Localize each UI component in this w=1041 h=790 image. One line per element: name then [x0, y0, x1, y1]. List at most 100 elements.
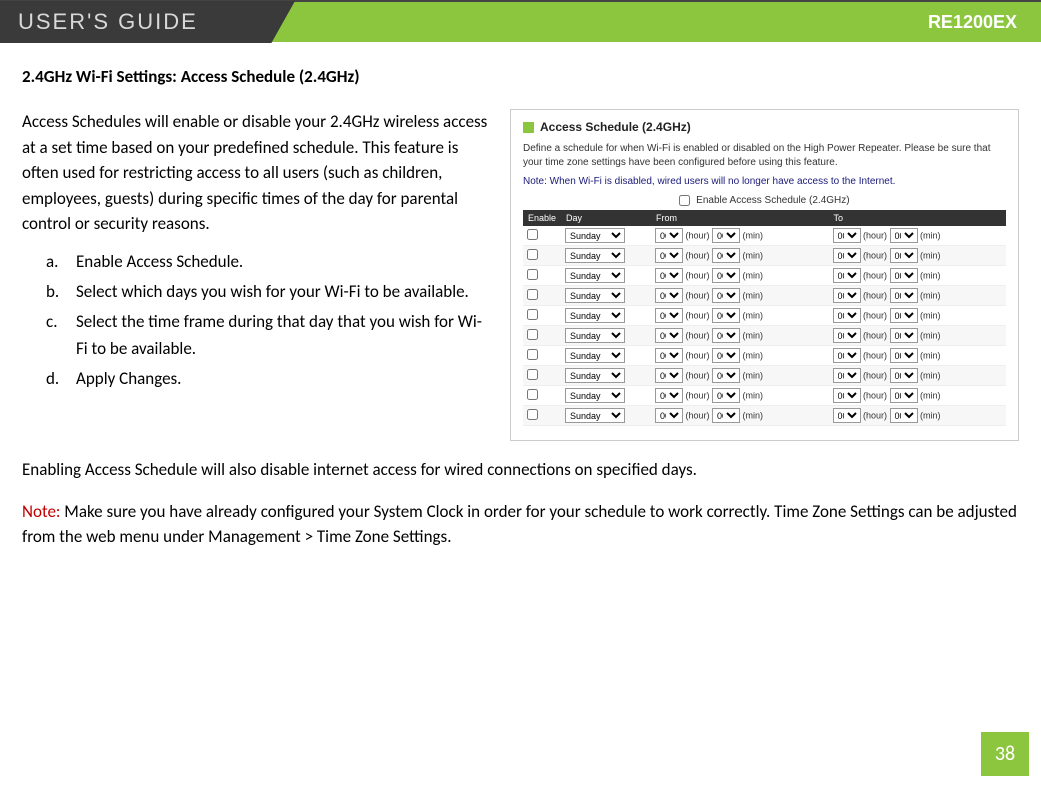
min-select[interactable]: 00 — [712, 308, 740, 323]
table-row: Sunday00 (hour) 00 (min)00 (hour) 00 (mi… — [523, 246, 1006, 266]
row-enable-checkbox[interactable] — [527, 349, 538, 360]
row-enable-checkbox[interactable] — [527, 269, 538, 280]
min-select[interactable]: 00 — [890, 328, 918, 343]
hour-select[interactable]: 00 — [655, 388, 683, 403]
hour-unit: (hour) — [683, 311, 712, 321]
min-unit: (min) — [918, 271, 941, 281]
min-select[interactable]: 00 — [890, 248, 918, 263]
th-to: To — [829, 210, 1006, 226]
hour-select[interactable]: 00 — [833, 288, 861, 303]
hour-select[interactable]: 00 — [655, 248, 683, 263]
min-select[interactable]: 00 — [712, 328, 740, 343]
page-header: USER'S GUIDE RE1200EX — [0, 0, 1041, 42]
min-select[interactable]: 00 — [712, 368, 740, 383]
min-unit: (min) — [740, 371, 763, 381]
row-enable-checkbox[interactable] — [527, 369, 538, 380]
min-select[interactable]: 00 — [890, 288, 918, 303]
schedule-table: Enable Day From To Sunday00 (hour) 00 (m… — [523, 210, 1006, 426]
day-select[interactable]: Sunday — [565, 388, 625, 403]
model-label: RE1200EX — [928, 12, 1037, 33]
min-select[interactable]: 00 — [712, 248, 740, 263]
hour-select[interactable]: 00 — [655, 228, 683, 243]
hour-unit: (hour) — [861, 411, 890, 421]
row-enable-checkbox[interactable] — [527, 409, 538, 420]
min-unit: (min) — [918, 231, 941, 241]
day-select[interactable]: Sunday — [565, 248, 625, 263]
hour-select[interactable]: 00 — [655, 308, 683, 323]
min-unit: (min) — [918, 351, 941, 361]
row-enable-checkbox[interactable] — [527, 389, 538, 400]
day-select[interactable]: Sunday — [565, 268, 625, 283]
min-unit: (min) — [918, 371, 941, 381]
hour-unit: (hour) — [861, 351, 890, 361]
min-select[interactable]: 00 — [890, 368, 918, 383]
hour-unit: (hour) — [861, 371, 890, 381]
min-unit: (min) — [740, 231, 763, 241]
min-unit: (min) — [740, 411, 763, 421]
hour-unit: (hour) — [683, 291, 712, 301]
row-enable-checkbox[interactable] — [527, 249, 538, 260]
hour-select[interactable]: 00 — [655, 368, 683, 383]
intro-paragraph: Access Schedules will enable or disable … — [22, 109, 492, 237]
table-row: Sunday00 (hour) 00 (min)00 (hour) 00 (mi… — [523, 226, 1006, 246]
row-enable-checkbox[interactable] — [527, 329, 538, 340]
min-select[interactable]: 00 — [712, 408, 740, 423]
hour-select[interactable]: 00 — [833, 228, 861, 243]
table-row: Sunday00 (hour) 00 (min)00 (hour) 00 (mi… — [523, 366, 1006, 386]
panel-title: Access Schedule (2.4GHz) — [540, 120, 691, 134]
access-schedule-panel: Access Schedule (2.4GHz) Define a schedu… — [510, 109, 1019, 441]
day-select[interactable]: Sunday — [565, 328, 625, 343]
row-enable-checkbox[interactable] — [527, 229, 538, 240]
square-icon — [523, 122, 534, 133]
min-select[interactable]: 00 — [712, 288, 740, 303]
hour-select[interactable]: 00 — [833, 408, 861, 423]
min-select[interactable]: 00 — [890, 268, 918, 283]
min-select[interactable]: 00 — [712, 388, 740, 403]
table-row: Sunday00 (hour) 00 (min)00 (hour) 00 (mi… — [523, 286, 1006, 306]
min-select[interactable]: 00 — [890, 348, 918, 363]
step-text: Enable Access Schedule. — [76, 249, 492, 275]
hour-unit: (hour) — [861, 291, 890, 301]
day-select[interactable]: Sunday — [565, 288, 625, 303]
table-row: Sunday00 (hour) 00 (min)00 (hour) 00 (mi… — [523, 386, 1006, 406]
min-unit: (min) — [740, 391, 763, 401]
hour-select[interactable]: 00 — [833, 308, 861, 323]
min-select[interactable]: 00 — [890, 388, 918, 403]
hour-select[interactable]: 00 — [833, 328, 861, 343]
min-select[interactable]: 00 — [712, 228, 740, 243]
row-enable-checkbox[interactable] — [527, 289, 538, 300]
hour-select[interactable]: 00 — [833, 388, 861, 403]
enable-schedule-checkbox[interactable] — [679, 195, 690, 206]
hour-unit: (hour) — [683, 271, 712, 281]
min-select[interactable]: 00 — [890, 408, 918, 423]
day-select[interactable]: Sunday — [565, 308, 625, 323]
table-row: Sunday00 (hour) 00 (min)00 (hour) 00 (mi… — [523, 406, 1006, 426]
hour-select[interactable]: 00 — [655, 268, 683, 283]
min-unit: (min) — [740, 291, 763, 301]
hour-unit: (hour) — [683, 411, 712, 421]
two-column-layout: Access Schedules will enable or disable … — [22, 109, 1019, 441]
min-select[interactable]: 00 — [712, 268, 740, 283]
day-select[interactable]: Sunday — [565, 368, 625, 383]
hour-select[interactable]: 00 — [833, 248, 861, 263]
min-select[interactable]: 00 — [890, 308, 918, 323]
hour-select[interactable]: 00 — [655, 288, 683, 303]
hour-unit: (hour) — [683, 391, 712, 401]
hour-select[interactable]: 00 — [655, 328, 683, 343]
day-select[interactable]: Sunday — [565, 408, 625, 423]
hour-select[interactable]: 00 — [833, 348, 861, 363]
th-day: Day — [561, 210, 651, 226]
row-enable-checkbox[interactable] — [527, 309, 538, 320]
enable-schedule-label: Enable Access Schedule (2.4GHz) — [696, 195, 849, 206]
day-select[interactable]: Sunday — [565, 348, 625, 363]
min-select[interactable]: 00 — [890, 228, 918, 243]
hour-select[interactable]: 00 — [833, 268, 861, 283]
panel-title-row: Access Schedule (2.4GHz) — [523, 120, 1006, 134]
min-select[interactable]: 00 — [712, 348, 740, 363]
hour-select[interactable]: 00 — [833, 368, 861, 383]
min-unit: (min) — [918, 331, 941, 341]
hour-select[interactable]: 00 — [655, 408, 683, 423]
note-label: Note: — [22, 501, 60, 522]
hour-select[interactable]: 00 — [655, 348, 683, 363]
day-select[interactable]: Sunday — [565, 228, 625, 243]
